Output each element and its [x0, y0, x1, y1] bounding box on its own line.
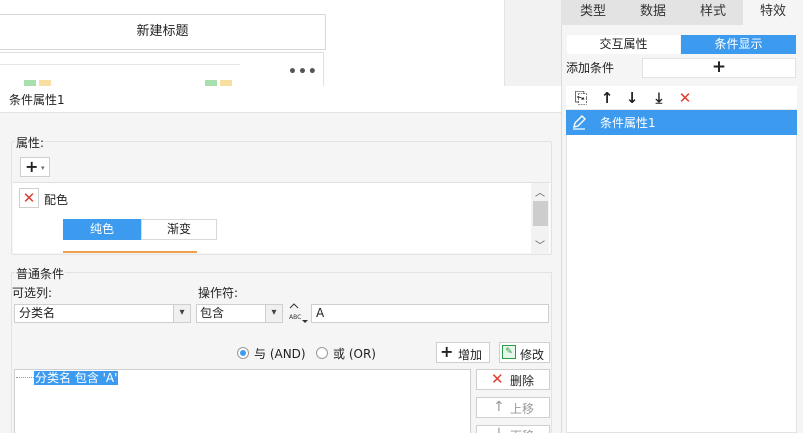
arrow-down-icon: ↓ [493, 426, 505, 433]
radio-or-label: 或 (OR) [333, 347, 376, 361]
tab-type[interactable]: 类型 [563, 0, 623, 25]
arrow-up-icon: ↑ [493, 399, 505, 415]
operator-label: 操作符: [198, 286, 239, 300]
move-down-label: 下移 [510, 427, 534, 433]
add-button-label: 增加 [458, 348, 483, 362]
column-label: 可选列: [12, 286, 53, 300]
chevron-down-icon[interactable]: ▾ [265, 305, 282, 322]
pencil-icon [573, 115, 586, 130]
radio-and-label: 与 (AND) [254, 347, 306, 361]
add-condition-button[interactable]: + [642, 58, 796, 78]
subtab-interaction[interactable]: 交互属性 [567, 35, 680, 54]
dialog-header [0, 86, 561, 113]
scroll-up-icon[interactable]: ︿ [535, 184, 545, 199]
radio-selected-dot [240, 350, 246, 356]
column-select[interactable]: 分类名 [14, 304, 191, 323]
move-up-label: 上移 [510, 402, 535, 416]
properties-legend: 属性: [15, 134, 46, 151]
tree-connector [16, 377, 34, 378]
copy-icon[interactable]: ⎘ [572, 88, 590, 108]
tab-data[interactable]: 数据 [623, 0, 683, 25]
normal-conditions-legend: 普通条件 [15, 265, 66, 282]
chevron-down-icon[interactable]: ▾ [41, 164, 45, 172]
plus-icon: + [440, 342, 454, 361]
radio-or[interactable] [316, 347, 328, 359]
scroll-thumb[interactable] [533, 201, 548, 226]
segment-solid-color[interactable]: 纯色 [63, 219, 141, 240]
segment-indicator [63, 251, 197, 253]
property-list [13, 182, 550, 253]
canvas-gutter [505, 0, 561, 86]
svg-text:ABC: ABC [289, 314, 301, 321]
widget-divider [0, 64, 240, 65]
add-condition-label: 添加条件 [566, 61, 615, 75]
add-property-button[interactable]: + [20, 157, 50, 177]
chevron-down-icon[interactable]: ▾ [173, 305, 190, 322]
edit-icon: ✎ [502, 345, 516, 359]
arrow-up-icon[interactable]: ↑ [598, 88, 616, 108]
delete-button-label: 删除 [510, 374, 535, 388]
panel-tabbar: 类型 数据 样式 特效 [561, 0, 803, 25]
condition-list [566, 86, 797, 433]
tab-effects[interactable]: 特效 [743, 0, 803, 25]
delete-icon: ✕ [491, 370, 504, 388]
title-widget[interactable]: 新建标题 [0, 14, 326, 50]
tab-style[interactable]: 样式 [683, 0, 743, 25]
modify-button-label: 修改 [520, 348, 545, 362]
property-name: 配色 [44, 193, 69, 207]
value-type-icon[interactable]: ABC [288, 302, 308, 324]
dialog-title: 条件属性1 [9, 93, 65, 107]
more-options-icon[interactable]: ••• [288, 64, 318, 80]
condition-item-label: 条件属性1 [600, 116, 656, 130]
scroll-down-icon[interactable]: ﹀ [535, 237, 545, 252]
move-bottom-icon[interactable]: ⤓ [650, 88, 668, 108]
subtab-conditional-display[interactable]: 条件显示 [681, 35, 796, 54]
delete-icon[interactable]: ✕ [676, 88, 694, 108]
segment-gradient[interactable]: 渐变 [141, 219, 217, 240]
delete-property-icon[interactable]: ✕ [19, 188, 39, 208]
condition-expression[interactable]: 分类名 包含 'A' [34, 371, 119, 385]
arrow-down-icon[interactable]: ↓ [623, 88, 641, 108]
value-input[interactable]: A [311, 304, 549, 323]
